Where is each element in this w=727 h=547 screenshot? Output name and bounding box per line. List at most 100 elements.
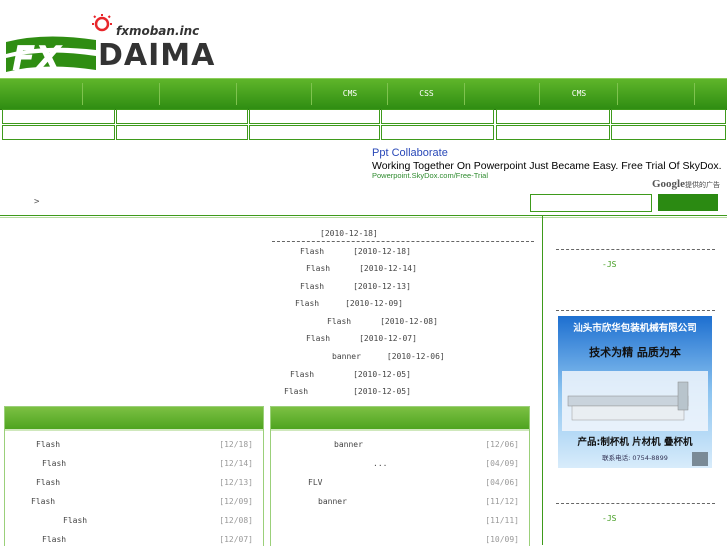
list-item-title: Flash: [36, 478, 61, 487]
divider: [0, 215, 727, 216]
list-item-title: banner: [318, 497, 347, 506]
sidebar-ad-banner[interactable]: 汕头市欣华包装机械有限公司 技术为精 品质为本 产品:制杯机 片材机 叠杯机 联…: [558, 316, 712, 468]
list-item-date: [2010-12-14]: [359, 264, 417, 273]
nav-item-9[interactable]: [619, 83, 695, 105]
list-item[interactable]: Flash [12/13]: [5, 478, 263, 490]
list-item-title: Flash: [284, 387, 309, 396]
list-item[interactable]: Flash [2010-12-05]: [290, 370, 411, 379]
list-item[interactable]: Flash [2010-12-05]: [284, 387, 411, 396]
subnav-cell[interactable]: [381, 109, 494, 124]
subnav-cell[interactable]: [249, 109, 380, 124]
list-item-title: Flash: [306, 334, 331, 343]
sidebar-js-label[interactable]: -JS: [602, 260, 616, 269]
list-item-title: banner: [334, 440, 363, 449]
list-item[interactable]: Flash [2010-12-18]: [300, 247, 411, 256]
list-item[interactable]: Flash [12/08]: [5, 516, 263, 528]
nav-item-3[interactable]: [161, 83, 237, 105]
list-item-date: [12/18]: [219, 440, 253, 449]
list-item-date: [12/09]: [219, 497, 253, 506]
nav-item-10[interactable]: [696, 83, 725, 105]
list-item-title: banner: [332, 352, 361, 361]
divider: [0, 217, 727, 218]
list-item[interactable]: [11/11]: [271, 516, 529, 528]
list-item-date: [10/09]: [485, 535, 519, 544]
latest-date: [2010-12-18]: [320, 229, 378, 238]
svg-text:FX: FX: [12, 39, 63, 76]
list-item-title: Flash: [290, 370, 315, 379]
list-item-date: [2010-12-05]: [353, 387, 411, 396]
subnav-cell[interactable]: [611, 109, 726, 124]
list-item-title: Flash: [36, 440, 61, 449]
list-item[interactable]: Flash [12/18]: [5, 440, 263, 452]
list-item-date: [11/11]: [485, 516, 519, 525]
list-item[interactable]: Flash [2010-12-07]: [306, 334, 417, 343]
list-item-title: Flash: [42, 535, 67, 544]
ad-company: 汕头市欣华包装机械有限公司: [573, 323, 697, 334]
list-item-date: [11/12]: [485, 497, 519, 506]
subnav-cell[interactable]: [2, 125, 115, 140]
subnav-cell[interactable]: [611, 125, 726, 140]
list-item[interactable]: Flash [2010-12-14]: [306, 264, 417, 273]
list-item-date: [2010-12-08]: [380, 317, 438, 326]
list-item[interactable]: Flash [2010-12-13]: [300, 282, 411, 291]
list-item-date: [12/07]: [219, 535, 253, 544]
list-item-date: [04/09]: [485, 459, 519, 468]
list-item[interactable]: Flash [12/14]: [5, 459, 263, 471]
panel-left: Flash [12/18] Flash [12/14] Flash [12/13] F…: [4, 406, 264, 546]
list-item-title: Flash: [300, 247, 325, 256]
subnav-cell[interactable]: [381, 125, 494, 140]
main-nav: CMS CSS CMS: [0, 78, 727, 110]
list-item[interactable]: banner [12/06]: [271, 440, 529, 452]
list-item[interactable]: ... [04/09]: [271, 459, 529, 471]
subnav-cell[interactable]: [496, 125, 610, 140]
nav-item-4[interactable]: [238, 83, 312, 105]
panel-header: [271, 407, 529, 429]
google-wordmark: Google: [652, 178, 685, 190]
nav-item-cms[interactable]: CMS: [313, 83, 388, 105]
list-item[interactable]: Flash [2010-12-08]: [327, 317, 438, 326]
breadcrumb: >: [34, 197, 40, 207]
subnav-cell[interactable]: [249, 125, 380, 140]
nav-item-cms-2[interactable]: CMS: [541, 83, 618, 105]
list-item[interactable]: Flash [12/07]: [5, 535, 263, 547]
list-item-date: [12/06]: [485, 440, 519, 449]
list-item[interactable]: FLV [04/06]: [271, 478, 529, 490]
subnav-cell[interactable]: [116, 109, 248, 124]
dashed-divider: [556, 310, 715, 311]
nav-item-1[interactable]: [6, 83, 83, 105]
list-item[interactable]: [10/09]: [271, 535, 529, 547]
list-item-title: Flash: [327, 317, 352, 326]
subnav-cell[interactable]: [2, 109, 115, 124]
ads-by-google[interactable]: Google提供的广告: [652, 178, 720, 190]
list-item-title: Flash: [300, 282, 325, 291]
list-item[interactable]: banner [2010-12-06]: [332, 352, 445, 361]
list-item-date: [12/13]: [219, 478, 253, 487]
list-item-title: Flash: [63, 516, 88, 525]
nav-item-css[interactable]: CSS: [389, 83, 465, 105]
nav-item-7[interactable]: [466, 83, 540, 105]
list-item-title: ...: [373, 459, 388, 468]
column-divider: [542, 216, 543, 545]
list-item[interactable]: banner [11/12]: [271, 497, 529, 509]
ads-by-google-label: 提供的广告: [685, 182, 720, 189]
list-item-date: [2010-12-13]: [353, 282, 411, 291]
ad-title[interactable]: Ppt Collaborate: [372, 147, 448, 159]
list-item-date: [12/14]: [219, 459, 253, 468]
search-input[interactable]: [530, 194, 652, 212]
ad-url[interactable]: Powerpoint.SkyDox.com/Free-Trial: [372, 171, 488, 180]
list-item-date: [2010-12-07]: [359, 334, 417, 343]
panel-header: [5, 407, 263, 429]
sidebar-js-label[interactable]: -JS: [602, 514, 616, 523]
site-logo[interactable]: FX fxmoban.inc DAIMA: [4, 14, 226, 79]
nav-item-2[interactable]: [84, 83, 160, 105]
list-item-date: [04/06]: [485, 478, 519, 487]
logo-wordmark: DAIMA: [98, 38, 216, 73]
list-item[interactable]: Flash [12/09]: [5, 497, 263, 509]
list-item-date: [12/08]: [219, 516, 253, 525]
subnav-cell[interactable]: [496, 109, 610, 124]
list-item[interactable]: Flash [2010-12-09]: [295, 299, 403, 308]
subnav-row-1: [0, 109, 727, 124]
list-item-date: [2010-12-05]: [353, 370, 411, 379]
search-button[interactable]: [658, 194, 718, 211]
subnav-cell[interactable]: [116, 125, 248, 140]
